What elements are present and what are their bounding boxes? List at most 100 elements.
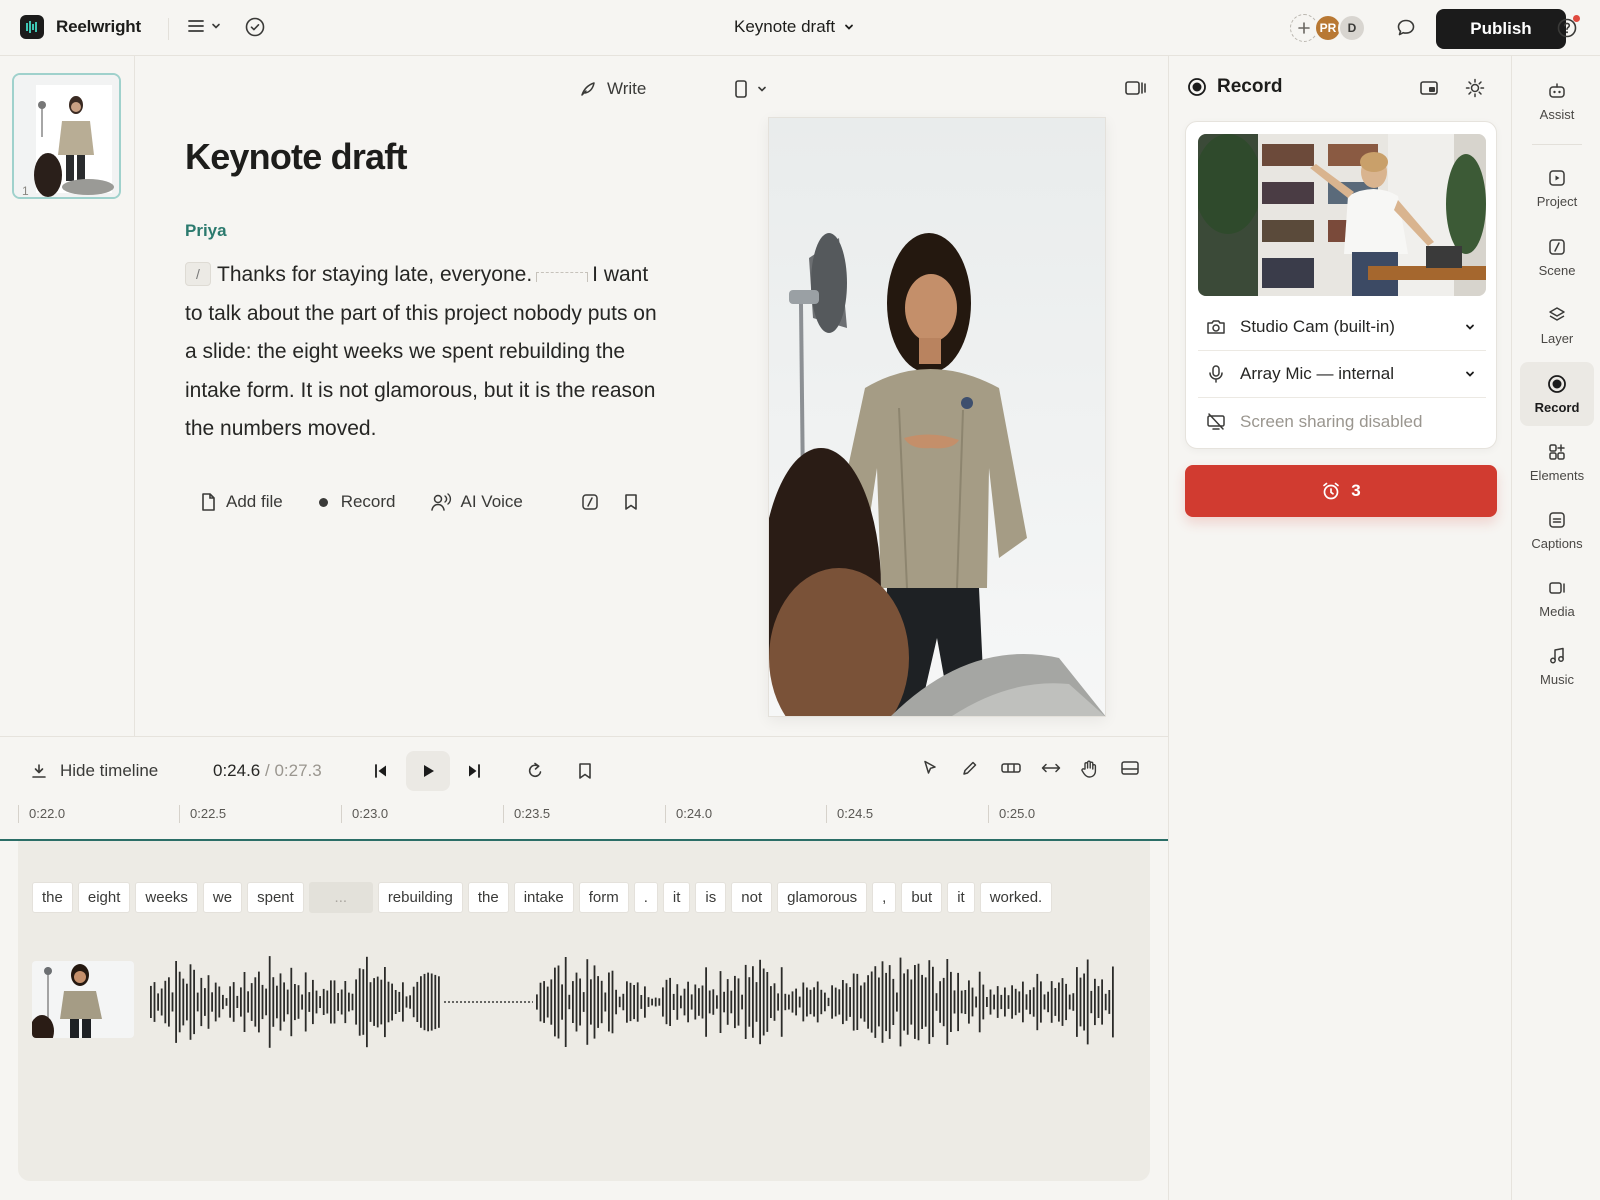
scene-icon: [582, 494, 598, 510]
rail-label: Media: [1539, 603, 1575, 619]
waveform-bar: [957, 972, 959, 1032]
select-tool-button[interactable]: [921, 759, 939, 777]
brightness-button[interactable]: [1465, 78, 1485, 98]
stretch-tool-button[interactable]: [1040, 759, 1062, 777]
add-marker-button[interactable]: [563, 751, 607, 791]
skip-back-button[interactable]: [359, 751, 403, 791]
word-chip[interactable]: .: [633, 882, 658, 913]
waveform-bar: [222, 994, 224, 1010]
waveform-bar: [899, 957, 902, 1047]
time-ruler[interactable]: 0:22.0 0:22.5 0:23.0 0:23.5 0:24.0 0:24.…: [0, 799, 1168, 841]
waveform-bar: [914, 965, 916, 1039]
waveform-bar: [261, 984, 264, 1020]
layout-toggle-button[interactable]: [1120, 759, 1140, 777]
waveform-bar: [272, 977, 275, 1027]
waveform-bar: [888, 965, 891, 1039]
word-chip[interactable]: weeks: [135, 882, 198, 913]
word-chip[interactable]: the: [467, 882, 509, 913]
aspect-ratio-dropdown[interactable]: [734, 79, 768, 99]
split-tool-button[interactable]: [1000, 759, 1022, 777]
slide-thumbnail[interactable]: [12, 73, 121, 199]
avatar[interactable]: D: [1338, 14, 1366, 42]
slash-command-chip[interactable]: /: [185, 262, 211, 286]
waveform-bar: [651, 998, 653, 1006]
write-mode-button[interactable]: Write: [579, 79, 646, 99]
word-chip[interactable]: rebuilding: [377, 882, 463, 913]
waveform-bar: [683, 988, 686, 1016]
rail-item-record[interactable]: Record: [1520, 362, 1594, 426]
audio-waveform[interactable]: [148, 947, 1138, 1057]
waveform-bar: [240, 987, 242, 1017]
rail-item-music[interactable]: Music: [1520, 635, 1594, 697]
rail-item-media[interactable]: Media: [1520, 567, 1594, 629]
comments-button[interactable]: [1395, 17, 1417, 39]
skip-forward-button[interactable]: [452, 751, 496, 791]
scene-break-button[interactable]: [581, 493, 599, 511]
start-recording-button[interactable]: 3: [1185, 465, 1497, 517]
rail-item-assist[interactable]: Assist: [1520, 70, 1594, 132]
top-bar: Reelwright Keynote draft PR D Publish: [0, 0, 1600, 56]
rail-item-captions[interactable]: Captions: [1520, 499, 1594, 561]
word-chip[interactable]: glamorous: [777, 882, 868, 913]
word-chip[interactable]: eight: [77, 882, 131, 913]
word-chip[interactable]: but: [901, 882, 943, 913]
play-button[interactable]: [406, 751, 450, 791]
microphone-select[interactable]: Array Mic — internal: [1198, 351, 1486, 397]
word-chip[interactable]: intake: [513, 882, 574, 913]
speaker-label[interactable]: Priya: [185, 221, 227, 241]
tool-rail: Assist Project Scene Layer Record Elemen…: [1511, 56, 1600, 1200]
status-check-button[interactable]: [244, 16, 266, 38]
side-panel-icon: [1125, 81, 1146, 95]
waveform-bar: [694, 984, 697, 1020]
screen-share-toggle[interactable]: Screen sharing disabled: [1198, 399, 1486, 445]
document-title-dropdown[interactable]: Keynote draft: [734, 17, 855, 37]
camera-select[interactable]: Studio Cam (built-in): [1198, 304, 1486, 350]
notification-dot: [1573, 15, 1580, 22]
word-chip[interactable]: is: [695, 882, 727, 913]
clip-thumbnail[interactable]: [32, 961, 134, 1038]
pen-tool-button[interactable]: [961, 759, 979, 777]
word-chip[interactable]: the: [32, 882, 73, 913]
word-chip[interactable]: we: [202, 882, 243, 913]
word-chip[interactable]: worked.: [979, 882, 1053, 913]
word-chip[interactable]: spent: [247, 882, 304, 913]
main-menu-button[interactable]: [186, 16, 222, 36]
waveform-bar: [232, 982, 235, 1022]
waveform-bar: [968, 980, 970, 1024]
word-chip[interactable]: ,: [872, 882, 897, 913]
rail-item-project[interactable]: Project: [1520, 157, 1594, 219]
add-file-button[interactable]: Add file: [199, 492, 283, 512]
waveform-bar: [536, 994, 538, 1010]
camera-feed-image: [1198, 134, 1486, 296]
hide-timeline-label: Hide timeline: [60, 761, 159, 780]
ai-voice-button[interactable]: AI Voice: [430, 492, 523, 512]
toggle-preview-button[interactable]: [1124, 79, 1146, 97]
script-text[interactable]: / Thanks for staying late, everyone. I wan…: [185, 256, 665, 449]
waveform-bar: [373, 978, 375, 1026]
rail-item-scene[interactable]: Scene: [1520, 226, 1594, 288]
waveform-bar: [950, 971, 952, 1032]
word-chip[interactable]: form: [578, 882, 629, 913]
rail-item-layer[interactable]: Layer: [1520, 294, 1594, 356]
hide-timeline-button[interactable]: Hide timeline: [30, 761, 158, 781]
time-separator: /: [265, 761, 270, 780]
rail-item-elements[interactable]: Elements: [1520, 431, 1594, 493]
word-chip[interactable]: it: [947, 882, 975, 913]
screen-share-off-icon: [1207, 413, 1225, 430]
replay-button[interactable]: [513, 751, 557, 791]
pause-marker[interactable]: [536, 272, 589, 283]
publish-button[interactable]: Publish: [1436, 9, 1566, 49]
bookmark-button[interactable]: [623, 493, 639, 511]
video-preview[interactable]: [768, 117, 1106, 717]
pause-chip[interactable]: ...: [308, 882, 373, 913]
waveform-bar: [171, 992, 174, 1012]
hand-tool-button[interactable]: [1080, 759, 1098, 779]
record-button[interactable]: Record: [318, 492, 396, 512]
word-chip[interactable]: not: [731, 882, 773, 913]
waveform-bar: [737, 978, 740, 1026]
record-icon: [1188, 78, 1206, 96]
brand[interactable]: Reelwright: [20, 15, 141, 39]
picture-in-picture-button[interactable]: [1419, 79, 1439, 97]
help-button[interactable]: [1556, 15, 1580, 39]
word-chip[interactable]: it: [662, 882, 691, 913]
